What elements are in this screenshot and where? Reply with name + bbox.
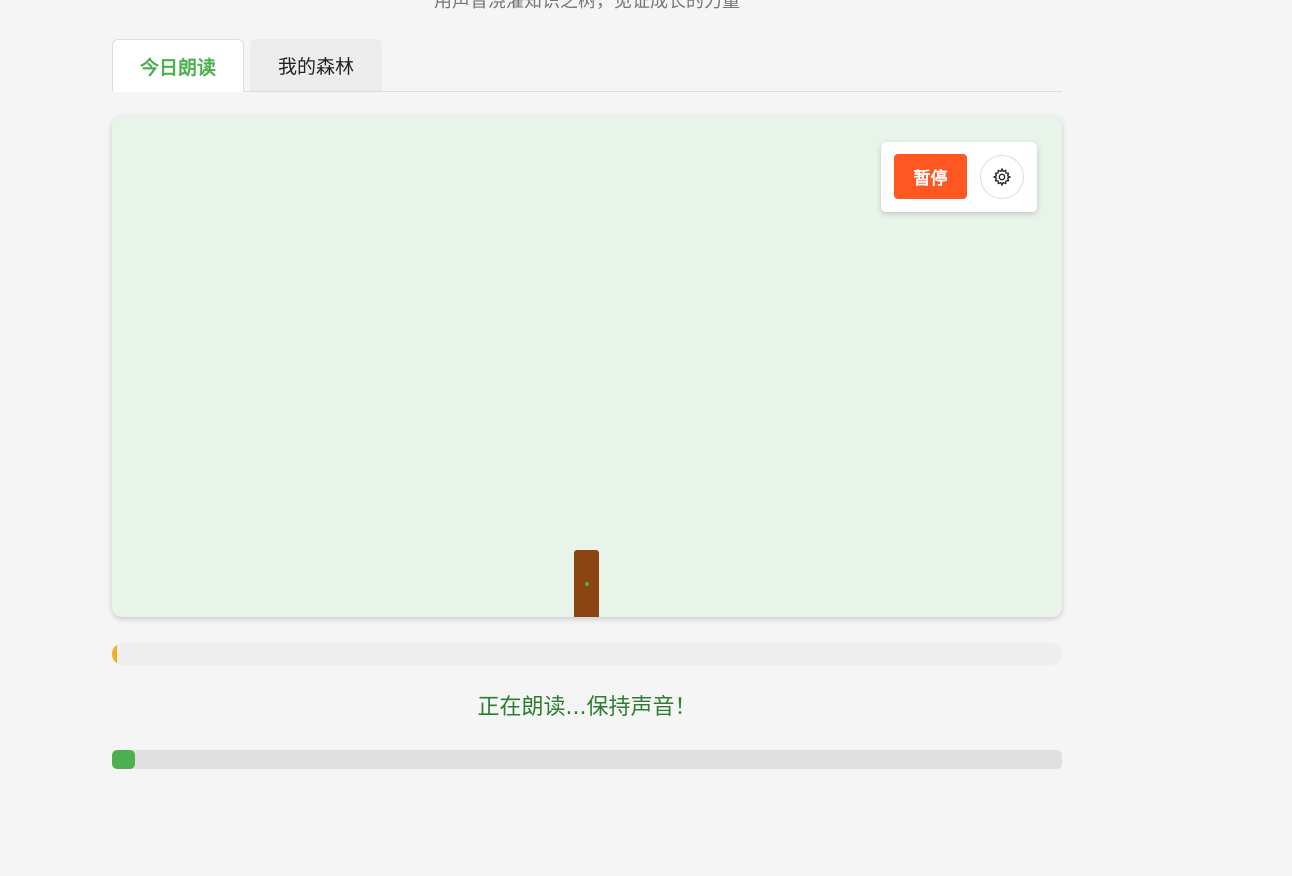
gear-icon [992,167,1012,187]
sprout-bud [585,582,589,586]
app-page: 用声音浇灌知识之树，见证成长的力量 今日朗读 我的森林 暂停 正在朗读...保持… [0,0,1292,876]
control-panel: 暂停 [881,142,1037,212]
tab-today-reading[interactable]: 今日朗读 [112,39,244,92]
tree-trunk [574,550,599,617]
volume-meter-fill [112,643,117,665]
page-subtitle: 用声音浇灌知识之树，见证成长的力量 [434,0,740,12]
volume-meter [112,643,1062,665]
tab-bar: 今日朗读 我的森林 [112,39,1062,92]
tab-my-forest[interactable]: 我的森林 [250,39,382,91]
pause-button[interactable]: 暂停 [894,154,967,199]
reading-status: 正在朗读...保持声音！ [477,695,697,720]
growth-scene: 暂停 [112,116,1062,617]
reading-progress-fill [112,750,135,769]
settings-button[interactable] [980,155,1024,199]
reading-progress-bar [112,750,1062,769]
